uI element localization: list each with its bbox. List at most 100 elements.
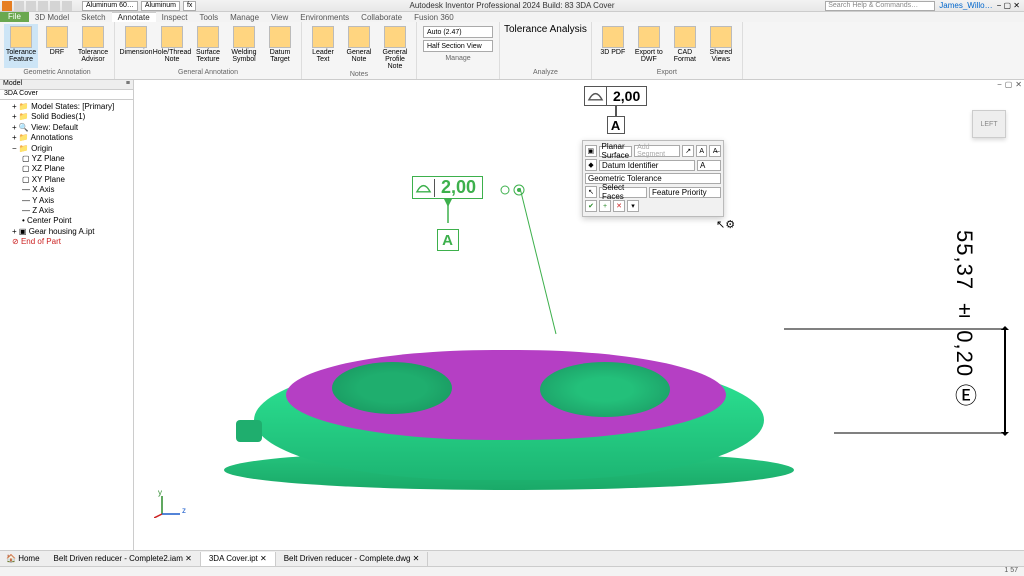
qat-undo-icon[interactable] [50, 1, 60, 11]
tolerance-feature-icon [10, 26, 32, 48]
search-input[interactable]: Search Help & Commands… [825, 1, 935, 11]
qat-redo-icon[interactable] [62, 1, 72, 11]
select-faces-icon[interactable]: ↖ [585, 186, 597, 198]
tab-view[interactable]: View [265, 13, 294, 22]
vp-minimize-icon[interactable]: − [997, 80, 1002, 89]
arrow-style-icon[interactable]: ↗ [682, 145, 694, 157]
hole-thread-note-button[interactable]: Hole/Thread Note [155, 24, 189, 68]
general-note-button[interactable]: General Note [342, 24, 376, 70]
tree-end-of-part[interactable]: ⊘ End of Part [2, 237, 131, 247]
tab-annotate[interactable]: Annotate [112, 12, 156, 22]
title-bar: Aluminum 60… Aluminum fx Autodesk Invent… [0, 0, 1024, 12]
surface-type-dropdown[interactable]: Planar Surface [599, 146, 633, 157]
face-filter-icon[interactable]: ▣ [585, 145, 597, 157]
datum-label: A [437, 229, 459, 251]
home-tab[interactable]: 🏠 Home [0, 554, 46, 563]
doc-tab[interactable]: Belt Driven reducer - Complete2.iam ✕ [46, 552, 201, 566]
datum-target-button[interactable]: Datum Target [263, 24, 297, 68]
app-icon[interactable] [2, 1, 12, 11]
tree-z-axis[interactable]: — Z Axis [2, 206, 131, 216]
tree-annotations[interactable]: + 📁 Annotations [2, 133, 131, 143]
tree-solid-bodies[interactable]: + 📁 Solid Bodies(1) [2, 112, 131, 122]
tab-inspect[interactable]: Inspect [156, 13, 194, 22]
qat-open-icon[interactable] [26, 1, 36, 11]
browser-menu-icon[interactable]: ≡ [126, 80, 130, 89]
tree-xz-plane[interactable]: ▢ XZ Plane [2, 164, 131, 174]
document-tabs: 🏠 Home Belt Driven reducer - Complete2.i… [0, 550, 1024, 566]
tab-sketch[interactable]: Sketch [75, 13, 111, 22]
tree-y-axis[interactable]: — Y Axis [2, 196, 131, 206]
tolerance-feature-button[interactable]: Tolerance Feature [4, 24, 38, 68]
general-profile-note-button[interactable]: General Profile Note [378, 24, 412, 70]
tree-origin[interactable]: − 📁 Origin [2, 144, 131, 154]
section-view-dropdown[interactable]: Half Section View [423, 40, 493, 52]
tab-manage[interactable]: Manage [224, 13, 265, 22]
options-icon[interactable]: ▾ [627, 200, 639, 212]
quick-access-toolbar [0, 1, 74, 11]
cad-format-icon [674, 26, 696, 48]
doc-tab[interactable]: Belt Driven reducer - Complete.dwg ✕ [276, 552, 429, 566]
restore-button[interactable]: ▢ [1004, 1, 1012, 10]
surface-texture-button[interactable]: Surface Texture [191, 24, 225, 68]
active-tolerance-callout[interactable]: 2,00 A [412, 176, 483, 251]
vp-restore-icon[interactable]: ▢ [1005, 80, 1013, 89]
material-dropdown[interactable]: Aluminum 60… [82, 1, 138, 11]
fx-button[interactable]: fx [183, 1, 196, 11]
ribbon: Tolerance Feature DRF Tolerance Advisor … [0, 22, 1024, 80]
apply-button[interactable]: + [599, 200, 611, 212]
cad-format-button[interactable]: CAD Format [668, 24, 702, 68]
tab-tools[interactable]: Tools [193, 13, 224, 22]
tolerance-advisor-button[interactable]: Tolerance Advisor [76, 24, 110, 68]
doc-tab[interactable]: 3DA Cover.ipt ✕ [201, 552, 276, 566]
file-tab[interactable]: File [0, 12, 29, 22]
dimension-button[interactable]: Dimension [119, 24, 153, 68]
coordinate-triad: y z [154, 492, 184, 520]
drf-button[interactable]: DRF [40, 24, 74, 68]
tolerance-analysis-button[interactable]: Tolerance Analysis [504, 24, 587, 38]
datum-target-icon [269, 26, 291, 48]
shared-views-button[interactable]: Shared Views [704, 24, 738, 68]
tree-model-states[interactable]: + 📁 Model States: [Primary] [2, 102, 131, 112]
tab-collaborate[interactable]: Collaborate [355, 13, 408, 22]
tree-x-axis[interactable]: — X Axis [2, 185, 131, 195]
close-button[interactable]: ✕ [1013, 1, 1020, 10]
text-icon[interactable]: A [696, 145, 708, 157]
style-dropdown[interactable]: Auto (2.47) [423, 26, 493, 38]
group-label: Export [596, 68, 738, 77]
welding-symbol-button[interactable]: Welding Symbol [227, 24, 261, 68]
datum-letter-dropdown[interactable]: A [697, 160, 721, 171]
tree-yz-plane[interactable]: ▢ YZ Plane [2, 154, 131, 164]
ok-button[interactable]: ✔ [585, 200, 597, 212]
minimize-button[interactable]: − [997, 1, 1002, 10]
group-label: Notes [306, 70, 412, 79]
tolerance-advisor-icon [82, 26, 104, 48]
tree-gear-housing[interactable]: + ▣ Gear housing A.ipt [2, 227, 131, 237]
tree-xy-plane[interactable]: ▢ XY Plane [2, 175, 131, 185]
appearance-dropdown[interactable]: Aluminum [141, 1, 180, 11]
flatness-symbol-icon [413, 179, 435, 197]
vp-close-icon[interactable]: ✕ [1015, 80, 1022, 89]
dimension-line [1004, 330, 1006, 432]
qat-save-icon[interactable] [38, 1, 48, 11]
datum-identifier-dropdown[interactable]: Datum Identifier [599, 160, 695, 171]
datum-icon[interactable]: ◆ [585, 159, 597, 171]
tab-3d-model[interactable]: 3D Model [29, 13, 75, 22]
viewport[interactable]: − ▢ ✕ LEFT 2,00 A 2,00 A ▣ Planar Surfac… [134, 80, 1024, 550]
browser-root[interactable]: 3DA Cover [0, 90, 133, 100]
feature-priority-dropdown[interactable]: Feature Priority [649, 187, 721, 198]
tree-view[interactable]: + 🔍 View: Default [2, 123, 131, 133]
3dpdf-button[interactable]: 3D PDF [596, 24, 630, 68]
model-browser: Model ≡ 3DA Cover + 📁 Model States: [Pri… [0, 80, 134, 550]
qat-new-icon[interactable] [14, 1, 24, 11]
tab-fusion360[interactable]: Fusion 360 [408, 13, 460, 22]
leader-text-button[interactable]: Leader Text [306, 24, 340, 70]
export-dwf-button[interactable]: Export to DWF [632, 24, 666, 68]
cancel-button[interactable]: ✕ [613, 200, 625, 212]
tab-environments[interactable]: Environments [294, 13, 355, 22]
tree-center-point[interactable]: • Center Point [2, 216, 131, 226]
dimension-annotation[interactable]: 55,37 ± 0,20 Ⓔ [948, 230, 980, 407]
user-badge[interactable]: James_Willo… [939, 1, 992, 10]
text-strike-icon[interactable]: A̶ [709, 145, 721, 157]
group-label: Geometric Annotation [4, 68, 110, 77]
viewcube[interactable]: LEFT [972, 110, 1006, 138]
